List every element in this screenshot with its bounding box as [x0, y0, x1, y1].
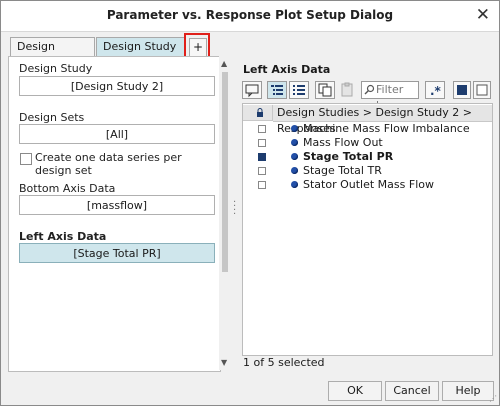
- help-button[interactable]: Help: [442, 381, 494, 401]
- item-label: Stage Total TR: [303, 164, 382, 177]
- regex-icon: .*: [430, 84, 442, 98]
- list-item[interactable]: Mass Flow Out: [243, 136, 490, 150]
- tree-header: Design Studies > Design Study 2 > Respon…: [273, 105, 492, 135]
- select-none-button[interactable]: [473, 81, 491, 99]
- resize-grip-icon[interactable]: ⋰: [489, 394, 497, 403]
- regex-button[interactable]: .*: [425, 81, 445, 99]
- ok-button[interactable]: OK: [328, 381, 382, 401]
- design-set-series-label: Create one data series per design set: [35, 151, 182, 177]
- design-study-label: Design Study: [19, 62, 93, 75]
- paste-icon: [341, 82, 353, 97]
- list-item[interactable]: Machine Mass Flow Imbalance: [243, 122, 490, 136]
- design-sets-field[interactable]: [All]: [19, 124, 215, 144]
- list-view-button[interactable]: [289, 81, 309, 99]
- item-checkbox[interactable]: [258, 153, 266, 161]
- splitter-handle[interactable]: · · · ·: [233, 198, 236, 220]
- empty-square-icon: [476, 84, 488, 96]
- tab-design-study[interactable]: Design Studyx: [10, 37, 95, 71]
- response-icon: [291, 153, 298, 160]
- scroll-thumb[interactable]: [222, 72, 228, 272]
- search-icon: [364, 84, 375, 95]
- title-bar: Parameter vs. Response Plot Setup Dialog…: [1, 1, 499, 32]
- response-icon: [291, 125, 298, 132]
- tree-view-button[interactable]: [267, 81, 287, 99]
- close-icon[interactable]: ✕: [476, 5, 490, 25]
- left-axis-label: Left Axis Data: [19, 230, 107, 243]
- item-label: Stage Total PR: [303, 150, 394, 163]
- header-checkbox-cell[interactable]: [243, 105, 273, 121]
- left-panel: Design Study [Design Study 2] Design Set…: [8, 56, 221, 372]
- svg-text:.*: .*: [430, 84, 442, 98]
- item-label: Mass Flow Out: [303, 136, 383, 149]
- bottom-axis-field[interactable]: [massflow]: [19, 195, 215, 215]
- response-icon: [291, 167, 298, 174]
- copy-icon: [318, 83, 332, 97]
- response-tree: Design Studies > Design Study 2 > Respon…: [242, 103, 493, 356]
- select-all-button[interactable]: [453, 81, 471, 99]
- add-tab-button[interactable]: +: [189, 38, 207, 58]
- design-set-series-checkbox[interactable]: [20, 153, 32, 165]
- right-panel-title: Left Axis Data: [243, 63, 331, 76]
- lock-icon: [257, 108, 263, 117]
- left-scrollbar[interactable]: ▲ ▼: [219, 56, 231, 370]
- bottom-axis-label: Bottom Axis Data: [19, 182, 116, 195]
- response-icon: [291, 181, 298, 188]
- list-item[interactable]: Stage Total TR: [243, 164, 490, 178]
- list-view-icon: [293, 85, 305, 95]
- comment-icon-button[interactable]: [242, 81, 262, 99]
- scroll-up-icon[interactable]: ▲: [221, 59, 227, 68]
- tree-view-icon: [271, 85, 283, 95]
- item-checkbox[interactable]: [258, 181, 266, 189]
- response-icon: [291, 139, 298, 146]
- scroll-down-icon[interactable]: ▼: [221, 358, 227, 367]
- tab-design-study-2[interactable]: Design Study 2x: [96, 37, 186, 71]
- filled-square-icon: [457, 85, 467, 95]
- item-checkbox[interactable]: [258, 167, 266, 175]
- comment-icon: [245, 84, 259, 98]
- item-label: Machine Mass Flow Imbalance: [303, 122, 470, 135]
- paste-button[interactable]: [338, 81, 356, 99]
- list-item[interactable]: Stage Total PR: [243, 150, 490, 164]
- item-checkbox[interactable]: [258, 125, 266, 133]
- item-checkbox[interactable]: [258, 139, 266, 147]
- design-study-field[interactable]: [Design Study 2]: [19, 76, 215, 96]
- cancel-button[interactable]: Cancel: [385, 381, 439, 401]
- item-label: Stator Outlet Mass Flow: [303, 178, 434, 191]
- left-axis-field[interactable]: [Stage Total PR]: [19, 243, 215, 263]
- dialog-title: Parameter vs. Response Plot Setup Dialog: [106, 8, 394, 22]
- copy-button[interactable]: [315, 81, 335, 99]
- list-item[interactable]: Stator Outlet Mass Flow: [243, 178, 490, 192]
- selection-status: 1 of 5 selected: [243, 356, 325, 369]
- design-sets-label: Design Sets: [19, 111, 85, 124]
- dialog-window: Parameter vs. Response Plot Setup Dialog…: [0, 0, 500, 406]
